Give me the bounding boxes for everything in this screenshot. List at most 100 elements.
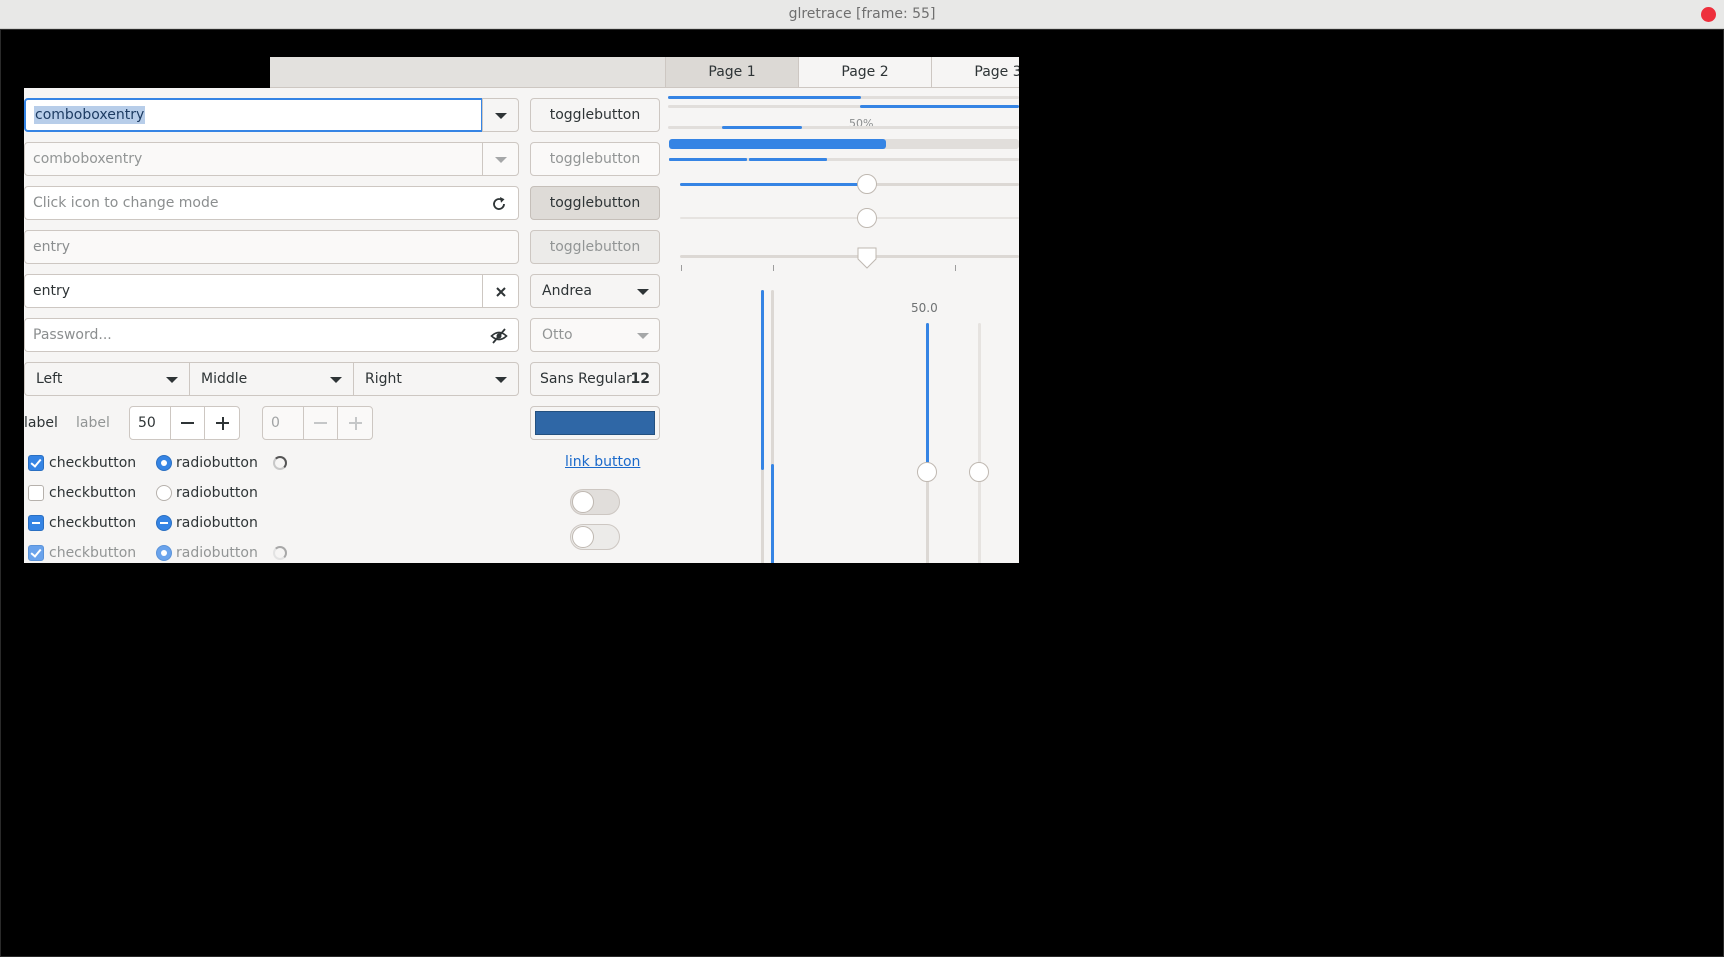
comboboxentry-disabled-dropdown [482,142,519,176]
window-titlebar: glretrace [frame: 55] [0,0,1724,29]
checkbutton-label: checkbutton [49,545,137,561]
selected-text: comboboxentry [34,106,146,124]
chevron-down-icon [495,157,507,163]
combo-otto-label: Otto [542,327,573,343]
scale-tick [955,265,956,271]
password-entry[interactable]: Password... [24,318,519,352]
eye-hidden-icon[interactable] [490,327,508,345]
level-bar-segment [749,158,827,161]
checkbutton-label: checkbutton [49,485,137,501]
combo-middle[interactable]: Middle [189,362,354,396]
radiobutton-label: radiobutton [176,485,258,501]
vprogress-fill-1 [761,290,764,470]
minus-icon [314,422,327,424]
combo-left[interactable]: Left [24,362,190,396]
entry-text[interactable]: entry [24,274,483,308]
progress-trough-pulse [668,126,1019,129]
vscale-slider-1[interactable] [917,462,937,482]
chevron-down-icon [495,113,507,119]
scale-slider-2[interactable] [857,208,877,228]
link-button[interactable]: link button [565,454,640,470]
spin-disabled-entry: 0 [262,406,304,440]
chevron-down-icon [637,289,649,295]
vprogress-fill-2 [771,464,774,564]
checkbutton-checked-disabled [28,545,44,561]
spin-decrement-button[interactable] [170,406,205,440]
combo-andrea[interactable]: Andrea [530,274,660,308]
label: label [24,415,58,431]
radio-dot-icon [161,550,167,556]
checkbutton-label: checkbutton [49,455,137,471]
radiobutton-label: radiobutton [176,515,258,531]
checkmark-icon [30,456,42,468]
switch-off-disabled [570,524,620,550]
render-edge [24,563,1019,564]
chevron-down-icon [166,377,178,383]
scale-fill-1 [680,183,866,186]
close-window-button[interactable] [1701,7,1716,22]
spinner-icon [273,456,287,470]
password-placeholder: Password... [33,327,112,343]
widget-factory-panel: comboboxentry comboboxentry Click icon t… [24,88,1019,564]
tab-page-2[interactable]: Page 2 [798,57,931,87]
combo-left-label: Left [36,371,63,387]
close-icon [496,287,506,297]
togglebutton-pressed[interactable]: togglebutton [530,186,660,220]
tab-page-1[interactable]: Page 1 [665,57,798,87]
color-swatch [535,411,655,435]
tab-label: Page 1 [708,64,756,80]
font-name: Sans Regular [540,371,632,387]
scale-slider-1[interactable] [857,174,877,194]
entry-disabled-placeholder: entry [33,239,71,255]
togglebutton-disabled-1: togglebutton [530,142,660,176]
spinner-disabled-icon [273,546,287,560]
tab-label: Page 2 [841,64,889,80]
scale-slider-3[interactable] [856,246,878,270]
combo-middle-label: Middle [201,371,248,387]
label-disabled: label [76,415,110,431]
vscale-value-label: 50.0 [911,301,938,315]
togglebutton-1[interactable]: togglebutton [530,98,660,132]
checkbutton-inconsistent[interactable] [28,515,44,531]
checkbutton-unchecked[interactable] [28,485,44,501]
radio-dot-icon [161,460,167,466]
font-button[interactable]: Sans Regular 12 [530,362,660,396]
switch-knob [572,491,594,513]
checkmark-icon [30,546,42,558]
radiobutton-inconsistent[interactable] [156,515,172,531]
spin-increment-button[interactable] [204,406,240,440]
checkbutton-checked[interactable] [28,455,44,471]
comboboxentry-dropdown-button[interactable] [482,98,519,132]
window-title: glretrace [frame: 55] [788,6,936,22]
color-button[interactable] [530,406,660,440]
level-bar-segment [669,158,747,161]
radiobutton-selected[interactable] [156,455,172,471]
spin-value-entry[interactable]: 50 [129,406,171,440]
progress-pulse-fill [722,126,802,129]
vscale-trough-2 [978,323,981,564]
radiobutton-selected-disabled [156,545,172,561]
radiobutton-unselected[interactable] [156,485,172,501]
chevron-down-icon [330,377,342,383]
combo-otto: Otto [530,318,660,352]
switch-off[interactable] [570,489,620,515]
dash-icon [160,522,168,524]
tab-label: Page 3 [974,64,1019,80]
vscale-fill-1 [926,323,929,473]
comboboxentry-text: comboboxentry [33,151,143,167]
notebook-tabbar: Page 1 Page 2 Page 3 [270,57,1019,88]
refresh-icon[interactable] [490,195,508,213]
mode-entry-placeholder: Click icon to change mode [33,195,219,211]
combo-right[interactable]: Right [353,362,519,396]
chevron-down-icon [637,333,649,339]
scale-trough-3 [680,255,1019,258]
chevron-down-icon [495,377,507,383]
tab-page-3[interactable]: Page 3 [931,57,1019,87]
spin-value: 50 [138,415,156,431]
spin-disabled-value: 0 [271,415,280,431]
vscale-slider-2[interactable] [969,462,989,482]
mode-entry[interactable]: Click icon to change mode [24,186,519,220]
comboboxentry-focused[interactable]: comboboxentry [24,98,483,132]
clear-entry-button[interactable] [482,274,519,308]
scale-tick [773,265,774,271]
